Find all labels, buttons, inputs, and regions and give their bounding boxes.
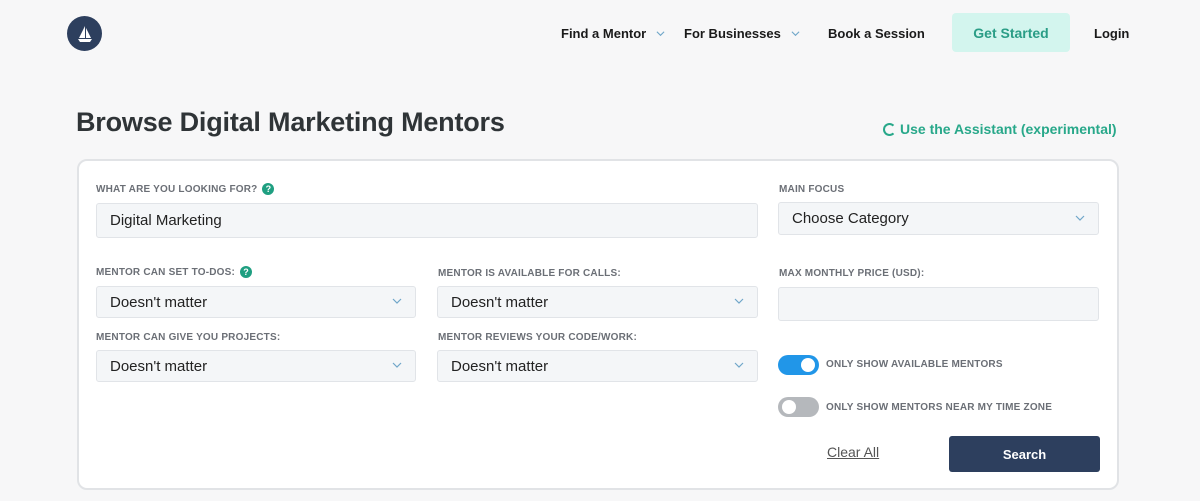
- max-price-label: MAX MONTHLY PRICE (USD):: [779, 268, 924, 279]
- main-focus-label: MAIN FOCUS: [779, 184, 844, 195]
- available-mentors-label: ONLY SHOW AVAILABLE MENTORS: [826, 359, 1003, 370]
- assistant-link[interactable]: Use the Assistant (experimental): [883, 121, 1117, 137]
- nav-for-businesses-label: For Businesses: [684, 26, 781, 41]
- projects-label-text: MENTOR CAN GIVE YOU PROJECTS:: [96, 332, 281, 343]
- projects-value: Doesn't matter: [110, 357, 208, 375]
- page-title: Browse Digital Marketing Mentors: [76, 107, 505, 137]
- nav-find-a-mentor-label: Find a Mentor: [561, 26, 647, 41]
- max-price-label-text: MAX MONTHLY PRICE (USD):: [779, 268, 925, 279]
- help-icon[interactable]: ?: [240, 266, 253, 278]
- nav-find-a-mentor[interactable]: Find a Mentor: [561, 26, 665, 41]
- calls-value: Doesn't matter: [451, 293, 549, 311]
- main-focus-label-text: MAIN FOCUS: [779, 184, 845, 195]
- calls-label-text: MENTOR IS AVAILABLE FOR CALLS:: [438, 268, 621, 279]
- clear-all-link[interactable]: Clear All: [827, 444, 879, 460]
- toggle-knob: [801, 358, 815, 372]
- todos-select[interactable]: Doesn't matter: [96, 286, 416, 318]
- timezone-mentors-toggle[interactable]: [778, 397, 819, 417]
- toggle-knob: [782, 400, 796, 414]
- search-button[interactable]: Search: [949, 436, 1100, 472]
- nav-book-a-session-label: Book a Session: [828, 26, 925, 41]
- chevron-down-icon: [392, 298, 402, 304]
- todos-value: Doesn't matter: [110, 293, 208, 311]
- nav-book-a-session[interactable]: Book a Session: [828, 26, 925, 41]
- timezone-mentors-label: ONLY SHOW MENTORS NEAR MY TIME ZONE: [826, 402, 1053, 413]
- reviews-select[interactable]: Doesn't matter: [437, 350, 758, 382]
- search-label: WHAT ARE YOU LOOKING FOR? ?: [96, 183, 275, 195]
- chevron-down-icon: [1075, 215, 1085, 221]
- assistant-link-label: Use the Assistant (experimental): [900, 121, 1117, 137]
- chevron-down-icon: [734, 298, 744, 304]
- sailboat-logo-icon[interactable]: [67, 16, 102, 51]
- todos-label: MENTOR CAN SET TO-DOS: ?: [96, 266, 253, 278]
- loading-circle-icon: [883, 122, 896, 136]
- main-focus-select[interactable]: Choose Category: [778, 202, 1099, 235]
- nav-for-businesses[interactable]: For Businesses: [684, 26, 800, 41]
- search-input[interactable]: Digital Marketing: [96, 203, 758, 238]
- available-mentors-toggle[interactable]: [778, 355, 819, 375]
- chevron-down-icon: [734, 362, 744, 368]
- projects-select[interactable]: Doesn't matter: [96, 350, 416, 382]
- chevron-down-icon: [791, 31, 800, 37]
- calls-label: MENTOR IS AVAILABLE FOR CALLS:: [438, 268, 621, 279]
- search-label-text: WHAT ARE YOU LOOKING FOR?: [96, 183, 258, 195]
- chevron-down-icon: [392, 362, 402, 368]
- todos-label-text: MENTOR CAN SET TO-DOS:: [96, 266, 236, 278]
- projects-label: MENTOR CAN GIVE YOU PROJECTS:: [96, 332, 280, 343]
- chevron-down-icon: [656, 31, 665, 37]
- calls-select[interactable]: Doesn't matter: [437, 286, 758, 318]
- login-link[interactable]: Login: [1094, 26, 1129, 41]
- search-input-value: Digital Marketing: [110, 212, 222, 229]
- reviews-value: Doesn't matter: [451, 357, 549, 375]
- help-icon[interactable]: ?: [262, 183, 275, 195]
- reviews-label-text: MENTOR REVIEWS YOUR CODE/WORK:: [438, 332, 637, 343]
- get-started-button[interactable]: Get Started: [952, 13, 1070, 52]
- max-price-input[interactable]: [778, 287, 1099, 321]
- reviews-label: MENTOR REVIEWS YOUR CODE/WORK:: [438, 332, 637, 343]
- main-focus-value: Choose Category: [792, 210, 909, 227]
